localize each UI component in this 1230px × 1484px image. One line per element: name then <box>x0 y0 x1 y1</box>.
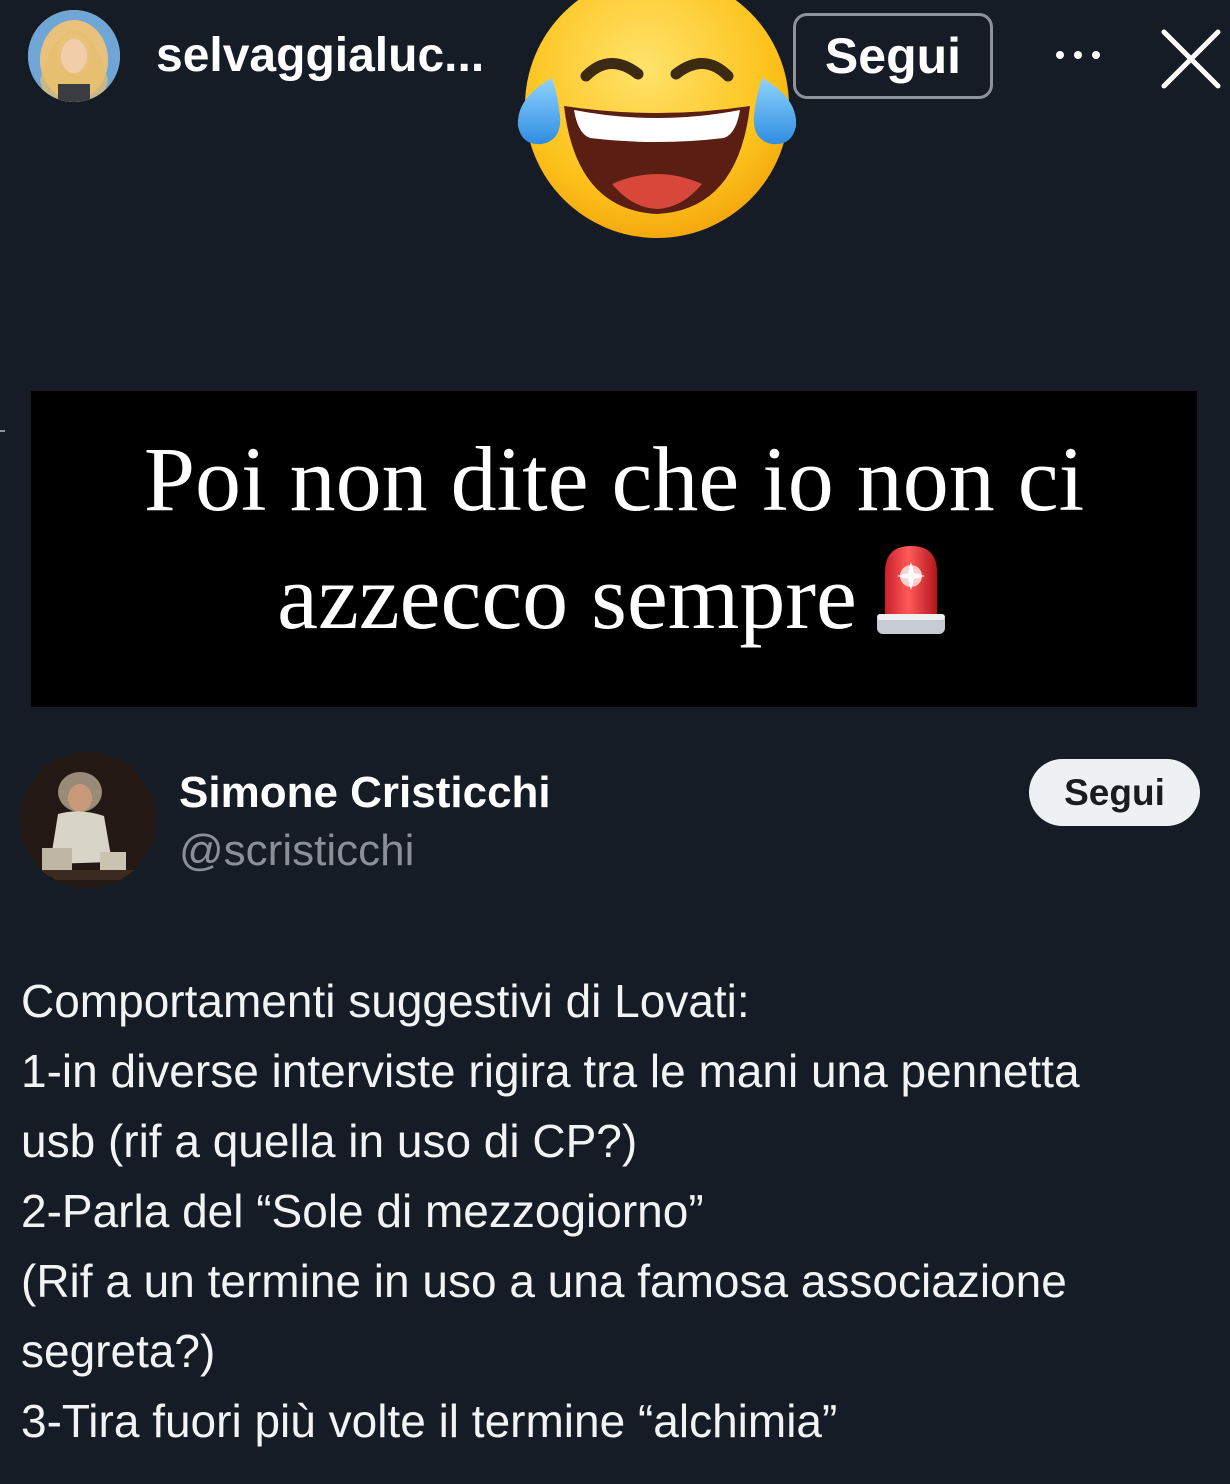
caption-line-2-text: azzecco sempre <box>277 546 857 648</box>
close-icon[interactable] <box>1160 28 1222 90</box>
police-car-light-emoji <box>876 546 945 634</box>
avatar-image <box>28 10 120 102</box>
edge-mark <box>0 430 5 432</box>
tweet-author-handle[interactable]: @scristicchi <box>179 826 414 876</box>
story-username[interactable]: selvaggialuc... <box>156 28 484 83</box>
tweet-line: 2-Parla del “Sole di mezzogiorno” <box>21 1185 704 1237</box>
caption-line-2: azzecco sempre <box>31 540 1197 650</box>
avatar-image <box>20 752 156 888</box>
tweet-follow-button[interactable]: Segui <box>1029 759 1200 826</box>
tweet-text: Comportamenti suggestivi di Lovati: 1-in… <box>21 966 1216 1456</box>
follow-button[interactable]: Segui <box>793 13 993 99</box>
tweet-line: segreta?) <box>21 1325 216 1377</box>
story-author-avatar[interactable] <box>28 10 120 102</box>
face-with-tears-of-joy-emoji[interactable] <box>512 0 802 240</box>
tweet-author-name[interactable]: Simone Cristicchi <box>179 768 551 818</box>
story-header: selvaggialuc... Segui <box>0 0 1230 238</box>
ellipsis-icon[interactable] <box>1052 40 1104 70</box>
tweet-line: (Rif a un termine in uso a una famosa as… <box>21 1255 1067 1307</box>
tweet-line: Comportamenti suggestivi di Lovati: <box>21 975 750 1027</box>
tweet-line: 3-Tira fuori più volte il termine “alchi… <box>21 1395 838 1447</box>
tweet-line: usb (rif a quella in uso di CP?) <box>21 1115 638 1167</box>
tweet-line: 1-in diverse interviste rigira tra le ma… <box>21 1045 1080 1097</box>
tweet-author-avatar[interactable] <box>20 752 156 888</box>
caption-line-1: Poi non dite che io non ci <box>143 428 1085 530</box>
